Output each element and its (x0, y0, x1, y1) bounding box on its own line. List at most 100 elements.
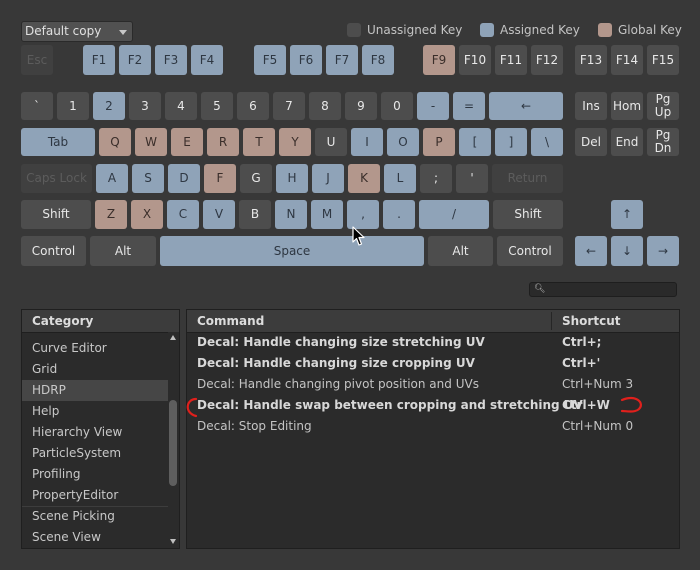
key-a[interactable]: A (96, 164, 128, 193)
category-item[interactable]: Profiling (22, 464, 168, 485)
key-0[interactable]: 0 (381, 92, 413, 120)
key-f11[interactable]: F11 (495, 45, 527, 75)
key-5[interactable]: 5 (201, 92, 233, 120)
key-end[interactable]: End (611, 128, 643, 156)
key-period[interactable]: . (383, 200, 415, 229)
key-del[interactable]: Del (575, 128, 607, 156)
key-6[interactable]: 6 (237, 92, 269, 120)
key-pgup[interactable]: Pg Up (647, 92, 679, 120)
key-ins[interactable]: Ins (575, 92, 607, 120)
column-divider[interactable] (551, 312, 552, 330)
command-row[interactable]: Decal: Stop Editing Ctrl+Num 0 (187, 416, 679, 437)
key-f7[interactable]: F7 (326, 45, 358, 75)
key-semicolon[interactable]: ; (420, 164, 452, 193)
command-row[interactable]: Decal: Handle changing pivot position an… (187, 374, 679, 395)
category-item[interactable]: Hierarchy View (22, 422, 168, 443)
key-ralt[interactable]: Alt (428, 236, 493, 266)
key-comma[interactable]: , (347, 200, 379, 229)
key-return[interactable]: Return (492, 164, 563, 193)
key-rcontrol[interactable]: Control (497, 236, 563, 266)
key-lcontrol[interactable]: Control (21, 236, 86, 266)
key-l[interactable]: L (384, 164, 416, 193)
key-downarrow[interactable]: ↓ (611, 236, 643, 266)
category-item[interactable]: HDRP (22, 380, 168, 401)
key-u[interactable]: U (315, 128, 347, 156)
key-w[interactable]: W (135, 128, 167, 156)
key-f13[interactable]: F13 (575, 45, 607, 75)
command-row[interactable]: Decal: Handle changing size cropping UV C… (187, 353, 679, 374)
key-esc[interactable]: Esc (21, 45, 53, 75)
key-7[interactable]: 7 (273, 92, 305, 120)
key-f9[interactable]: F9 (423, 45, 455, 75)
key-s[interactable]: S (132, 164, 164, 193)
scroll-down-icon[interactable] (170, 539, 176, 544)
key-f8[interactable]: F8 (362, 45, 394, 75)
key-lalt[interactable]: Alt (90, 236, 156, 266)
key-3[interactable]: 3 (129, 92, 161, 120)
key-e[interactable]: E (171, 128, 203, 156)
key-9[interactable]: 9 (345, 92, 377, 120)
key-m[interactable]: M (311, 200, 343, 229)
command-shortcut[interactable]: Ctrl+; (562, 332, 601, 353)
key-2[interactable]: 2 (93, 92, 125, 120)
key-space[interactable]: Space (160, 236, 424, 266)
key-d[interactable]: D (168, 164, 200, 193)
category-scrollbar[interactable] (168, 332, 179, 548)
command-row[interactable]: Decal: Handle swap between cropping and … (187, 395, 679, 416)
key-v[interactable]: V (203, 200, 235, 229)
key-h[interactable]: H (276, 164, 308, 193)
key-1[interactable]: 1 (57, 92, 89, 120)
key-leftarrow[interactable]: ← (575, 236, 607, 266)
key-p[interactable]: P (423, 128, 455, 156)
key-equals[interactable]: = (453, 92, 485, 120)
key-r[interactable]: R (207, 128, 239, 156)
command-row[interactable]: Decal: Handle changing size stretching U… (187, 332, 679, 353)
category-item[interactable]: Curve Editor (22, 338, 168, 359)
key-quote[interactable]: ' (456, 164, 488, 193)
key-slash[interactable]: / (419, 200, 489, 229)
key-c[interactable]: C (167, 200, 199, 229)
key-j[interactable]: J (312, 164, 344, 193)
key-z[interactable]: Z (95, 200, 127, 229)
key-o[interactable]: O (387, 128, 419, 156)
command-column-header[interactable]: Command (197, 314, 264, 328)
key-rightarrow[interactable]: → (647, 236, 679, 266)
key-f10[interactable]: F10 (459, 45, 491, 75)
category-item[interactable]: Grid (22, 359, 168, 380)
profile-dropdown[interactable]: Default copy (21, 21, 133, 42)
key-q[interactable]: Q (99, 128, 131, 156)
key-f12[interactable]: F12 (531, 45, 563, 75)
key-f6[interactable]: F6 (290, 45, 322, 75)
key-t[interactable]: T (243, 128, 275, 156)
key-backquote[interactable]: ` (21, 92, 53, 120)
key-g[interactable]: G (240, 164, 272, 193)
key-n[interactable]: N (275, 200, 307, 229)
key-minus[interactable]: - (417, 92, 449, 120)
scroll-up-icon[interactable] (170, 335, 176, 340)
key-capslock[interactable]: Caps Lock (21, 164, 92, 193)
category-item[interactable]: Scene Picking (22, 506, 168, 527)
key-home[interactable]: Hom (611, 92, 643, 120)
key-4[interactable]: 4 (165, 92, 197, 120)
key-lbracket[interactable]: [ (459, 128, 491, 156)
key-f[interactable]: F (204, 164, 236, 193)
shortcut-column-header[interactable]: Shortcut (562, 314, 620, 328)
key-x[interactable]: X (131, 200, 163, 229)
key-uparrow[interactable]: ↑ (611, 200, 643, 229)
command-shortcut[interactable]: Ctrl+W (562, 395, 610, 416)
key-pgdn[interactable]: Pg Dn (647, 128, 679, 156)
category-item[interactable]: ParticleSystem (22, 443, 168, 464)
key-f4[interactable]: F4 (191, 45, 223, 75)
command-shortcut[interactable]: Ctrl+' (562, 353, 600, 374)
key-backslash[interactable]: \ (531, 128, 563, 156)
key-f1[interactable]: F1 (83, 45, 115, 75)
category-item[interactable]: PropertyEditor (22, 485, 168, 506)
key-rshift[interactable]: Shift (493, 200, 563, 229)
category-item[interactable]: Help (22, 401, 168, 422)
key-backspace[interactable]: ← (489, 92, 563, 120)
key-k[interactable]: K (348, 164, 380, 193)
key-i[interactable]: I (351, 128, 383, 156)
key-f5[interactable]: F5 (254, 45, 286, 75)
key-b[interactable]: B (239, 200, 271, 229)
category-item[interactable]: Scene View (22, 527, 168, 548)
